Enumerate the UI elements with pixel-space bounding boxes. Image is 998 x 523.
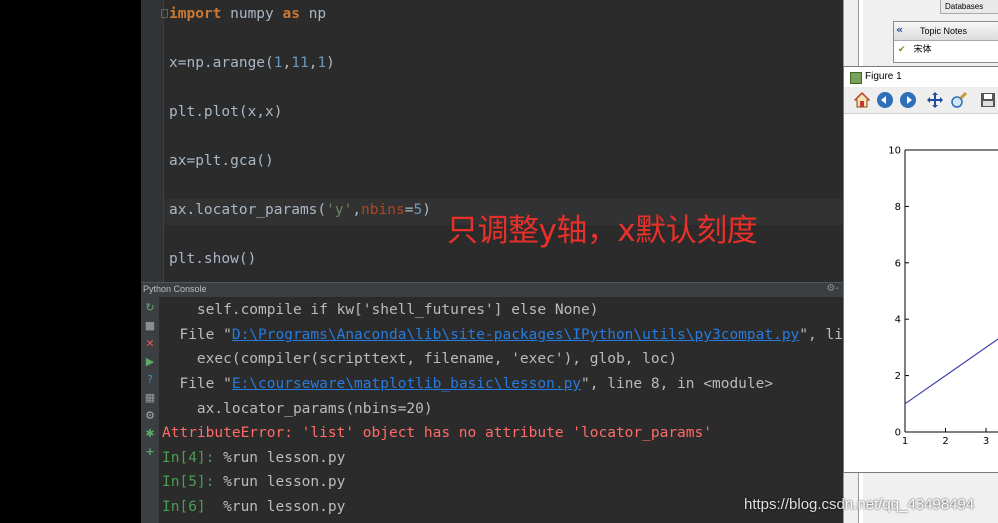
run-icon[interactable]: ▶ bbox=[143, 355, 157, 369]
watermark: https://blog.csdn.net/qq_43498494 bbox=[744, 496, 975, 513]
topic-notes-title: Topic Notes bbox=[920, 26, 968, 36]
help-icon[interactable]: ? bbox=[143, 373, 157, 387]
code-text: np bbox=[299, 6, 327, 22]
code-line-arange[interactable]: x=np.arange(1,11,1) bbox=[169, 55, 335, 71]
gear-icon[interactable]: ⚙- bbox=[826, 283, 839, 294]
prompt-label: In[6] bbox=[162, 499, 224, 515]
code-text: ) bbox=[326, 55, 335, 71]
prompt-label: In[4]: bbox=[162, 450, 224, 466]
console-line: File "D:\Programs\Anaconda\lib\site-pack… bbox=[162, 327, 843, 343]
prompt-label: In[5]: bbox=[162, 474, 224, 490]
number-literal: 1 bbox=[317, 55, 327, 71]
pan-icon[interactable] bbox=[926, 91, 944, 109]
topic-notes-panel: « Topic Notes ✔ 宋体 bbox=[893, 21, 998, 63]
x-tick-label: 1 bbox=[902, 436, 908, 447]
rerun-icon[interactable]: ↻ bbox=[143, 301, 157, 315]
python-console-header: Python Console ⚙- bbox=[141, 282, 843, 298]
console-line: ax.locator_params(nbins=20) bbox=[162, 401, 433, 417]
code-text: , bbox=[352, 202, 362, 218]
databases-tab-label: Databases bbox=[945, 2, 984, 11]
number-literal: 5 bbox=[413, 202, 423, 218]
console-line: File "E:\courseware\matplotlib_basic\les… bbox=[162, 376, 773, 392]
figure-titlebar[interactable]: Figure 1 bbox=[844, 67, 998, 87]
console-prompt-line: In[5]: %run lesson.py bbox=[162, 474, 345, 490]
home-icon[interactable] bbox=[853, 91, 871, 109]
python-console-output[interactable]: self.compile if kw['shell_futures'] else… bbox=[160, 297, 843, 523]
plot-canvas[interactable]: 02468101 2 3 bbox=[844, 114, 998, 472]
console-text: ", line 27( bbox=[799, 327, 843, 343]
console-title: Python Console bbox=[143, 284, 207, 294]
keyword: as bbox=[282, 6, 300, 22]
red-annotation-text: 只调整y轴，x默认刻度 bbox=[447, 213, 758, 249]
figure-app-icon bbox=[850, 72, 862, 84]
code-text: ax.locator_params( bbox=[169, 202, 327, 218]
file-link[interactable]: D:\Programs\Anaconda\lib\site-packages\I… bbox=[232, 327, 799, 343]
y-tick-label: 0 bbox=[895, 428, 901, 439]
console-text: ", line 8, in <module> bbox=[581, 376, 774, 392]
forward-icon[interactable] bbox=[899, 91, 917, 109]
console-line: self.compile if kw['shell_futures'] else… bbox=[162, 302, 599, 318]
code-text: ax=plt.gca() bbox=[169, 153, 274, 169]
figure-window[interactable]: Figure 1 0 2 4 6 8 10 1 2 3 bbox=[843, 66, 998, 473]
figure-toolbar bbox=[844, 87, 998, 114]
figure-title: Figure 1 bbox=[865, 71, 902, 82]
string-literal: 'y' bbox=[326, 202, 353, 218]
y-tick-label: 8 bbox=[895, 202, 901, 213]
file-link[interactable]: E:\courseware\matplotlib_basic\lesson.py bbox=[232, 376, 581, 392]
x-tick-label: 2 bbox=[942, 436, 948, 447]
figure-background bbox=[844, 114, 998, 472]
console-prompt-line: In[6] %run lesson.py bbox=[162, 499, 345, 515]
left-black-margin bbox=[0, 0, 141, 523]
add-icon[interactable]: + bbox=[143, 445, 157, 459]
number-literal: 1 bbox=[273, 55, 283, 71]
console-text: File " bbox=[162, 376, 232, 392]
console-command: %run lesson.py bbox=[223, 450, 346, 466]
gutter-divider bbox=[163, 0, 164, 282]
code-line-gca[interactable]: ax=plt.gca() bbox=[169, 153, 274, 169]
topic-notes-header: « Topic Notes bbox=[894, 22, 998, 41]
y-tick-label: 4 bbox=[895, 315, 901, 326]
code-line-show[interactable]: plt.show() bbox=[169, 251, 256, 267]
code-line-import[interactable]: import numpy as np bbox=[169, 6, 326, 22]
back-icon[interactable] bbox=[876, 91, 894, 109]
console-line: exec(compiler(scripttext, filename, 'exe… bbox=[162, 351, 678, 367]
y-tick-label: 6 bbox=[895, 258, 901, 269]
code-line-plot[interactable]: plt.plot(x,x) bbox=[169, 104, 283, 120]
code-line-locator[interactable]: ax.locator_params('y',nbins=5) bbox=[169, 202, 431, 218]
code-text: plt.plot(x,x) bbox=[169, 104, 283, 120]
console-text: File " bbox=[162, 327, 232, 343]
console-command[interactable]: %run lesson.py bbox=[223, 499, 345, 515]
code-text: , bbox=[282, 55, 292, 71]
settings-icon[interactable]: ⚙ bbox=[143, 409, 157, 423]
debug-icon[interactable]: ✱ bbox=[143, 427, 157, 441]
topic-item[interactable]: ✔ 宋体 bbox=[898, 42, 932, 55]
close-icon[interactable]: ✕ bbox=[143, 337, 157, 351]
check-icon: ✔ bbox=[898, 44, 906, 54]
y-tick-label: 10 bbox=[888, 146, 901, 157]
stop-icon[interactable]: ■ bbox=[143, 319, 157, 333]
databases-tab[interactable]: Databases bbox=[940, 0, 998, 14]
zoom-icon[interactable] bbox=[950, 91, 968, 109]
number-literal: 11 bbox=[291, 55, 309, 71]
console-prompt-line: In[4]: %run lesson.py bbox=[162, 450, 345, 466]
error-line: AttributeError: 'list' object has no att… bbox=[162, 425, 712, 441]
variables-icon[interactable]: ▦ bbox=[143, 391, 157, 405]
code-text: plt.show() bbox=[169, 251, 257, 267]
code-text: numpy bbox=[221, 6, 283, 22]
editor-gutter bbox=[141, 0, 163, 282]
x-tick-label: 3 bbox=[983, 436, 989, 447]
fold-icon[interactable] bbox=[161, 9, 168, 18]
param-name: nbins bbox=[361, 202, 405, 218]
save-icon[interactable] bbox=[979, 91, 997, 109]
console-command: %run lesson.py bbox=[223, 474, 346, 490]
code-text: ) bbox=[422, 202, 431, 218]
console-toolbar: ↻ ■ ✕ ▶ ? ▦ ⚙ ✱ + bbox=[141, 297, 160, 523]
topic-item-label: 宋体 bbox=[913, 44, 932, 54]
y-tick-label: 2 bbox=[895, 371, 901, 382]
collapse-icon[interactable]: « bbox=[896, 23, 903, 36]
code-text: x=np.arange( bbox=[169, 55, 274, 71]
keyword: import bbox=[169, 6, 222, 22]
